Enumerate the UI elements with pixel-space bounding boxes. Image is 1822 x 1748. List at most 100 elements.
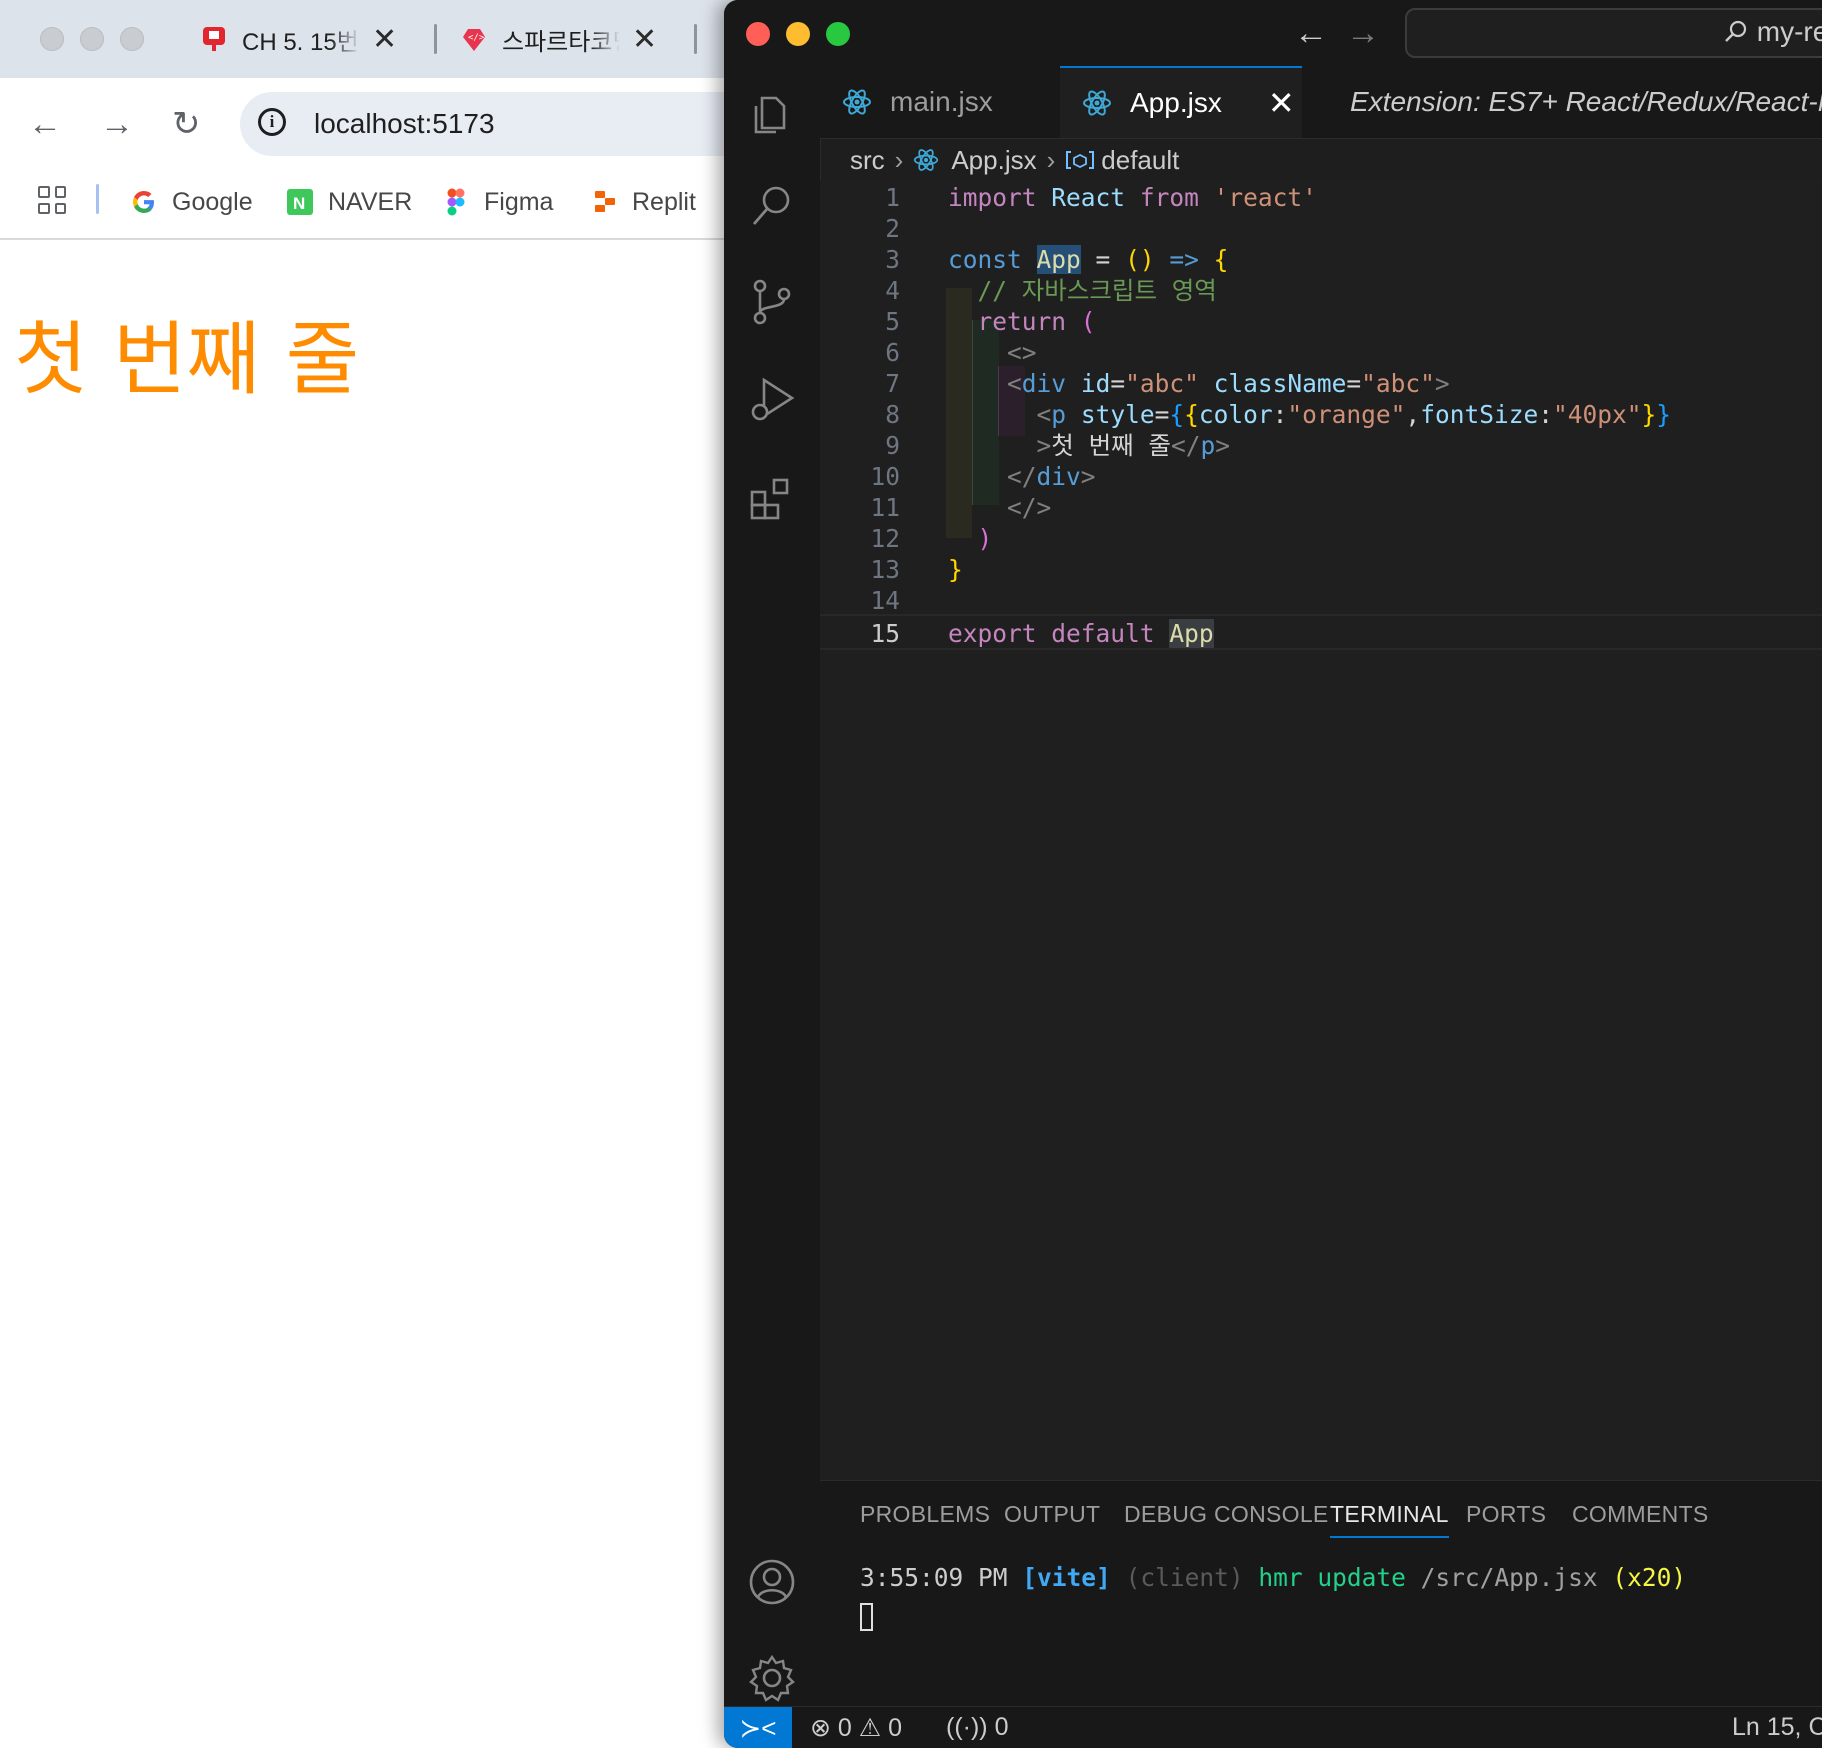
bookmark-naver[interactable]: N NAVER bbox=[286, 184, 412, 220]
bookmark-label: Replit bbox=[632, 187, 696, 216]
activity-bar bbox=[724, 66, 821, 1706]
forward-arrow-icon[interactable]: → bbox=[100, 104, 134, 144]
accounts-icon[interactable] bbox=[748, 1558, 796, 1606]
bookmark-google[interactable]: Google bbox=[130, 184, 253, 220]
bookmark-figma[interactable]: Figma bbox=[442, 184, 553, 220]
tab-label: main.jsx bbox=[890, 86, 993, 117]
code-token: <> bbox=[1007, 338, 1037, 367]
extensions-icon[interactable] bbox=[748, 474, 796, 522]
code-token: { bbox=[1169, 400, 1185, 429]
code-token: { bbox=[1184, 400, 1199, 429]
ports-status[interactable]: ((·)) 0 bbox=[946, 1713, 1009, 1742]
tab-favicon-icon bbox=[203, 27, 225, 51]
broadcast-icon: ((·)) bbox=[946, 1713, 988, 1741]
code-token: div bbox=[1021, 369, 1067, 398]
address-bar[interactable]: i localhost:5173 bbox=[240, 92, 740, 156]
panel-tab-terminal[interactable]: TERMINAL bbox=[1330, 1501, 1449, 1538]
code-editor[interactable]: 1 import React from 'react' 2 3 const App = … bbox=[820, 180, 1822, 1480]
code-token: p bbox=[1051, 400, 1067, 429]
status-bar: ≻< ⊗ 0 ⚠ 0 ((·)) 0 Ln 15, C bbox=[724, 1706, 1822, 1748]
code-token: } bbox=[1641, 400, 1657, 429]
remote-indicator-icon[interactable]: ≻< bbox=[724, 1707, 792, 1748]
panel-tab-debug-console[interactable]: DEBUG CONSOLE bbox=[1124, 1501, 1329, 1528]
panel-tab-comments[interactable]: COMMENTS bbox=[1572, 1501, 1709, 1528]
explorer-files-icon[interactable] bbox=[748, 90, 796, 138]
browser-tab-1[interactable]: CH 5. 15번 ✕ bbox=[200, 16, 397, 62]
tab-extension-details[interactable]: Extension: ES7+ React/Redux/React-N bbox=[1304, 66, 1822, 138]
search-icon[interactable] bbox=[748, 182, 796, 230]
nav-back-icon[interactable]: ← bbox=[1294, 14, 1328, 53]
react-file-icon bbox=[843, 89, 871, 115]
browser-tab-2[interactable]: </> 스파르타코딩 ✕ bbox=[460, 16, 657, 62]
problems-status[interactable]: ⊗ 0 ⚠ 0 bbox=[810, 1713, 902, 1743]
breadcrumb-file[interactable]: App.jsx bbox=[951, 145, 1036, 176]
code-token: id bbox=[1080, 369, 1111, 398]
zoom-window-button[interactable] bbox=[826, 22, 850, 46]
vscode-title-bar: ← → my-re bbox=[724, 0, 1822, 67]
minimize-window-button[interactable] bbox=[786, 22, 810, 46]
sparta-favicon-icon: </> bbox=[463, 29, 485, 51]
run-debug-icon[interactable] bbox=[748, 376, 796, 424]
breadcrumb-folder[interactable]: src bbox=[850, 145, 885, 176]
tab-separator bbox=[434, 24, 437, 54]
code-token: 첫 번째 줄 bbox=[1051, 431, 1171, 460]
code-line[interactable]: 15 export default App bbox=[820, 614, 1822, 650]
ports-count: 0 bbox=[994, 1713, 1009, 1741]
search-text: my-re bbox=[1756, 16, 1822, 47]
terminal-cursor bbox=[860, 1603, 873, 1631]
code-token: = bbox=[1110, 369, 1126, 398]
tab-close-icon[interactable]: ✕ bbox=[372, 22, 397, 57]
tab-close-icon[interactable]: ✕ bbox=[1268, 84, 1295, 122]
terminal-output[interactable]: 3:55:09 PM [vite] (client) hmr update /s… bbox=[860, 1563, 1686, 1592]
tab-main-jsx[interactable]: main.jsx bbox=[820, 66, 1058, 138]
close-window-button[interactable] bbox=[40, 27, 64, 51]
code-token: p bbox=[1200, 431, 1216, 460]
code-token: } bbox=[948, 555, 963, 584]
breadcrumb-symbol[interactable]: default bbox=[1101, 145, 1179, 176]
tab-app-jsx[interactable]: App.jsx ✕ bbox=[1060, 66, 1302, 138]
code-token: { bbox=[1213, 245, 1229, 274]
source-control-icon[interactable] bbox=[748, 278, 796, 326]
bookmark-separator bbox=[96, 184, 99, 214]
tab-close-icon[interactable]: ✕ bbox=[632, 22, 657, 57]
site-info-icon[interactable]: i bbox=[258, 108, 286, 136]
zoom-window-button[interactable] bbox=[120, 27, 144, 51]
code-token: => bbox=[1169, 245, 1199, 274]
minimize-window-button[interactable] bbox=[80, 27, 104, 51]
reload-icon[interactable]: ↻ bbox=[172, 104, 201, 144]
panel-tab-output[interactable]: OUTPUT bbox=[1004, 1501, 1100, 1528]
code-text: export default App bbox=[948, 616, 1214, 652]
cursor-position[interactable]: Ln 15, C bbox=[1732, 1713, 1822, 1742]
code-token: "abc" bbox=[1361, 369, 1435, 398]
code-token: color bbox=[1198, 400, 1273, 429]
code-token: default bbox=[1051, 619, 1155, 648]
code-token: </> bbox=[1007, 493, 1052, 522]
close-window-button[interactable] bbox=[746, 22, 770, 46]
panel-tab-problems[interactable]: PROBLEMS bbox=[860, 1501, 990, 1528]
replit-icon bbox=[595, 191, 615, 212]
back-arrow-icon[interactable]: ← bbox=[28, 104, 62, 144]
bookmark-replit[interactable]: Replit bbox=[590, 184, 696, 220]
nav-forward-icon[interactable]: → bbox=[1346, 14, 1380, 53]
code-token: div bbox=[1036, 462, 1081, 491]
settings-gear-icon[interactable] bbox=[748, 1654, 796, 1702]
apps-grid-icon[interactable] bbox=[38, 186, 66, 214]
code-token: React bbox=[1051, 183, 1126, 212]
address-url[interactable]: localhost:5173 bbox=[314, 108, 495, 140]
code-token: () bbox=[1125, 245, 1155, 274]
code-token: className bbox=[1213, 369, 1347, 398]
code-token: </ bbox=[1007, 462, 1037, 491]
command-center-search[interactable]: my-re bbox=[1405, 8, 1822, 58]
tab-title: CH 5. 15번 bbox=[242, 28, 359, 56]
code-token: = bbox=[1080, 245, 1126, 274]
chevron-right-icon: › bbox=[894, 144, 904, 175]
terminal-time: 3:55:09 PM bbox=[860, 1563, 1008, 1592]
breadcrumb: src › App.jsx › default bbox=[820, 140, 1822, 180]
code-token: export bbox=[948, 619, 1037, 648]
panel-tab-ports[interactable]: PORTS bbox=[1466, 1501, 1546, 1528]
code-token: style bbox=[1080, 400, 1155, 429]
code-token: App bbox=[1169, 619, 1214, 648]
